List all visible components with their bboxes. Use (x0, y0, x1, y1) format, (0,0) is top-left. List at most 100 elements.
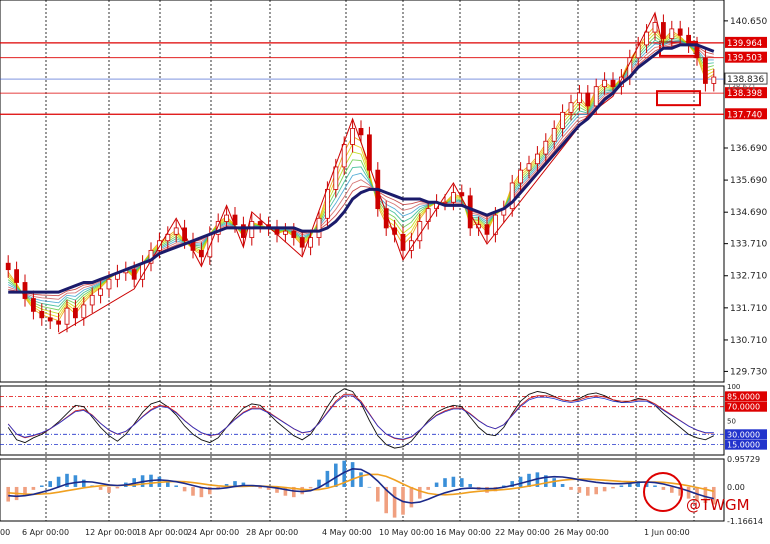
candle-body (47, 317, 53, 322)
candle-body (661, 22, 666, 39)
macd-histogram-bar (308, 486, 313, 489)
candle-body (358, 128, 364, 136)
chart-canvas[interactable]: 139.964139.503138.398137.740138.836138.6… (0, 0, 770, 540)
oscillator-level-label: 70.0000 (727, 403, 760, 412)
candle-body (526, 163, 532, 171)
ribbon-ma-line (8, 43, 714, 297)
candle-body (644, 31, 649, 46)
oscillator-level-label: 85.0000 (727, 392, 760, 401)
candle-body (711, 76, 717, 84)
price-tick-label: 131.710 (730, 304, 767, 314)
macd-histogram-bar (115, 486, 120, 489)
candle-body (5, 262, 11, 271)
price-level-badge-label: 139.503 (727, 54, 762, 64)
candle-body (299, 237, 305, 248)
macd-histogram-bar (460, 478, 464, 487)
macd-histogram-bar (619, 485, 624, 487)
macd-histogram-bar (560, 484, 565, 487)
price-level-badge-label: 139.964 (727, 39, 762, 49)
macd-histogram-bar (258, 486, 262, 489)
candle-body (652, 22, 658, 33)
price-tick-label: 132.710 (730, 272, 767, 282)
macd-panel[interactable] (6, 460, 716, 518)
oscillator-tick-label: 50 (727, 418, 736, 426)
macd-histogram-bar (602, 486, 607, 492)
price-tick-label: 136.690 (730, 144, 767, 154)
macd-histogram-bar (426, 486, 430, 490)
macd-tick-label: 0.95729 (727, 455, 760, 464)
time-axis-label: 22 May 00:00 (495, 528, 550, 537)
price-tick-label: 130.710 (730, 336, 767, 346)
macd-tick-label: 0.00 (727, 483, 745, 492)
oscillator-level-label: 30.0000 (727, 430, 760, 439)
slow-ma-line (8, 43, 715, 294)
candle-body (568, 102, 574, 113)
candle-body (173, 227, 179, 235)
macd-histogram-bar (334, 463, 338, 487)
candle-body (89, 294, 95, 306)
candle-body (324, 188, 330, 219)
macd-histogram-bar (325, 470, 330, 487)
ribbon-ma-line (7, 41, 714, 304)
macd-histogram-bar (594, 486, 598, 495)
candle-body (333, 166, 339, 190)
candle-body (560, 111, 565, 129)
candle-body (224, 214, 230, 222)
candle-body (610, 79, 616, 88)
candle-body (417, 221, 423, 242)
macd-histogram-bar (392, 486, 397, 518)
macd-histogram-bar (653, 485, 657, 487)
macd-histogram-bar (182, 486, 187, 492)
macd-histogram-bar (409, 486, 414, 508)
candle-body (677, 28, 683, 36)
macd-histogram-bar (518, 476, 523, 487)
macd-histogram-bar (577, 486, 582, 493)
candle-body (316, 217, 322, 238)
macd-histogram-bar (48, 481, 52, 487)
macd-histogram-bar (56, 476, 61, 487)
macd-histogram-bar (611, 486, 615, 489)
candle-body (593, 86, 599, 107)
candle-body (56, 320, 61, 325)
macd-histogram-bar (670, 486, 674, 493)
candle-body (450, 192, 456, 203)
candle-body (543, 140, 549, 155)
grid-layer (0, 0, 725, 522)
price-level-badge-label: 137.740 (727, 110, 762, 120)
macd-histogram-bar (552, 478, 556, 487)
macd-histogram-bar (107, 486, 111, 493)
macd-histogram-bar (468, 484, 472, 487)
time-axis-partial-label: 00 (0, 528, 10, 537)
macd-histogram-bar (82, 479, 86, 487)
candle-body (585, 92, 591, 107)
macd-histogram-bar (418, 486, 422, 499)
candle-body (400, 233, 406, 251)
macd-histogram-bar (434, 482, 439, 487)
macd-histogram-bar (569, 486, 573, 490)
trading-chart[interactable]: 139.964 139.503 138.398 137.740 138.836 138.6… (0, 0, 770, 540)
time-axis-label: 4 May 00:00 (322, 528, 372, 537)
macd-histogram-bar (376, 486, 380, 502)
macd-histogram-bar (174, 485, 178, 487)
watermark: @TWGM (686, 496, 750, 514)
candle-body (39, 310, 45, 319)
time-axis-label: 12 Apr 00:00 (85, 528, 137, 537)
candle-body (484, 224, 490, 235)
macd-histogram-bar (31, 486, 36, 490)
candle-body (551, 128, 557, 142)
macd-histogram-bar (359, 472, 363, 487)
macd-tick-label: -1.16614 (727, 517, 763, 526)
candle-body (64, 307, 70, 325)
candle-body (14, 269, 20, 283)
macd-histogram-bar (98, 486, 103, 490)
time-axis-label: 26 May 00:00 (554, 528, 609, 537)
macd-histogram-bar (191, 486, 195, 496)
price-tick-label: 140.650 (730, 17, 767, 27)
macd-histogram-bar (6, 486, 10, 502)
time-axis-label: 10 May 00:00 (379, 528, 434, 537)
candle-body (577, 92, 582, 104)
candle-body (81, 304, 87, 319)
macd-histogram-bar (451, 476, 456, 487)
oscillator-level-label: 15.0000 (727, 441, 760, 450)
time-axis-label: 1 Jun 00:00 (644, 528, 690, 537)
